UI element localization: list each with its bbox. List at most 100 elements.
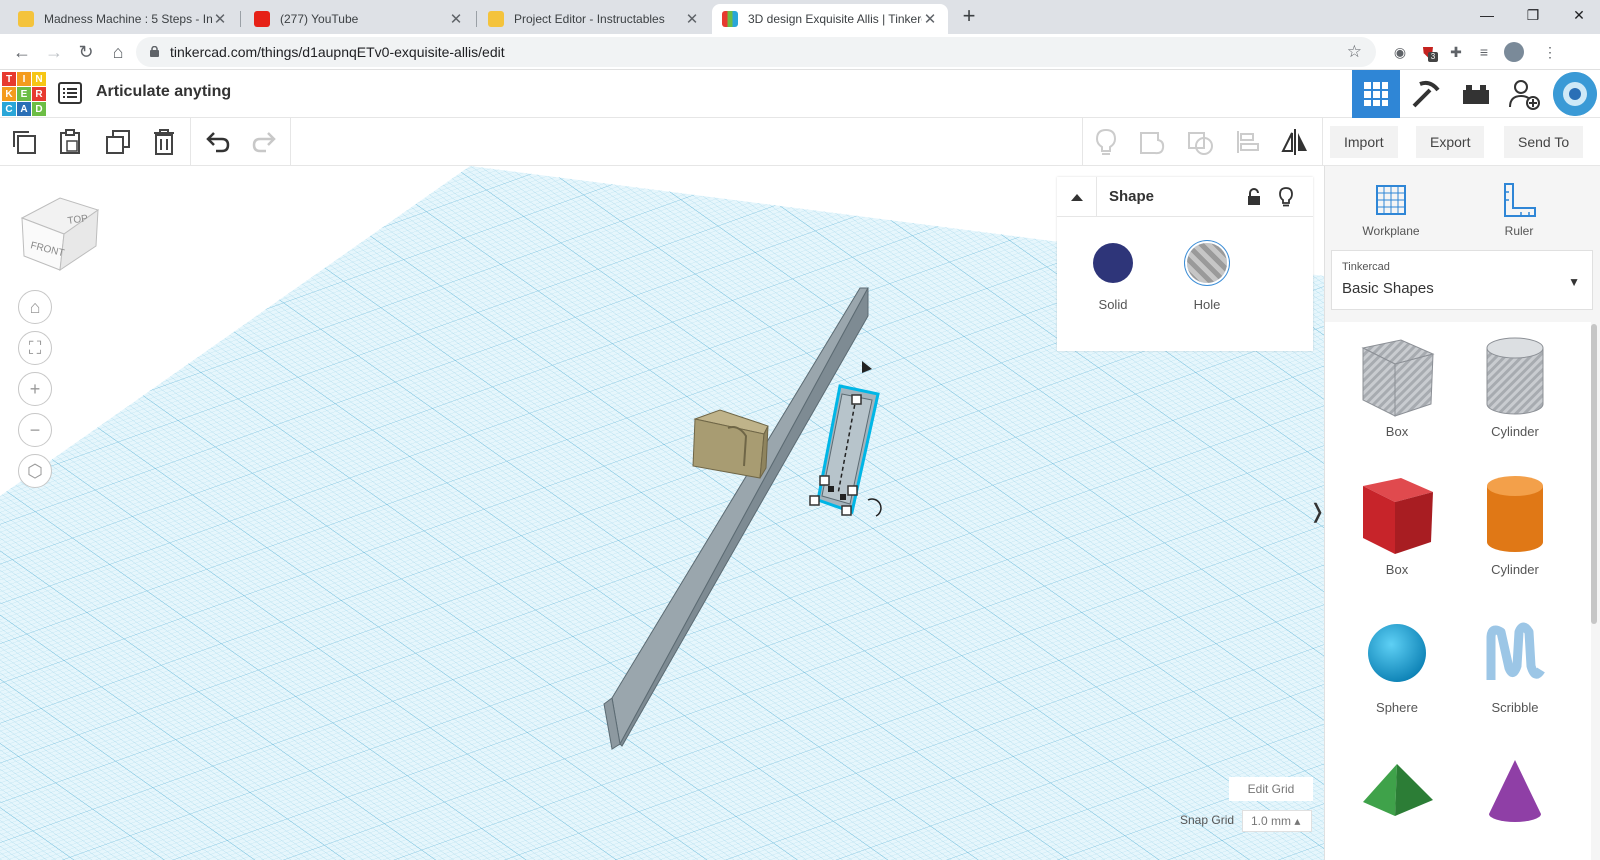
hole-option[interactable]: Hole bbox=[1167, 243, 1247, 312]
workplane-tool[interactable]: Workplane bbox=[1351, 174, 1431, 238]
browser-tab[interactable]: Madness Machine : 5 Steps - Instructable… bbox=[8, 4, 238, 34]
tinkercad-logo[interactable]: T I N K E R C A D bbox=[2, 72, 46, 116]
resize-handle[interactable] bbox=[841, 505, 852, 516]
youtube-favicon-icon bbox=[254, 11, 270, 27]
resize-handle[interactable] bbox=[809, 495, 820, 506]
browser-menu-icon[interactable]: ⋮ bbox=[1540, 42, 1560, 62]
perspective-toggle-button[interactable]: ⬡ bbox=[18, 454, 52, 488]
show-all-button[interactable] bbox=[1088, 124, 1124, 160]
bricks-view-button[interactable] bbox=[1452, 70, 1500, 118]
design-list-icon[interactable] bbox=[58, 82, 82, 104]
cylinder-hole-icon bbox=[1486, 337, 1544, 415]
add-user-button[interactable] bbox=[1500, 70, 1548, 118]
fit-view-button[interactable]: ⛶ bbox=[18, 331, 52, 365]
ruler-tool[interactable]: Ruler bbox=[1479, 174, 1559, 238]
shape-item-scribble[interactable]: Scribble bbox=[1455, 606, 1575, 736]
copy-button[interactable] bbox=[6, 124, 42, 160]
extension-eye-icon[interactable]: ◉ bbox=[1390, 42, 1410, 62]
resize-handle[interactable] bbox=[828, 486, 834, 492]
duplicate-button[interactable] bbox=[100, 124, 136, 160]
shape-item-box[interactable]: Box bbox=[1337, 468, 1457, 598]
maximize-button[interactable]: ❐ bbox=[1510, 0, 1556, 30]
shape-library-select[interactable]: Tinkercad Basic Shapes ▼ bbox=[1331, 250, 1593, 310]
home-view-button[interactable]: ⌂ bbox=[18, 290, 52, 324]
export-button[interactable]: Export bbox=[1416, 126, 1485, 158]
bookmark-star-icon[interactable]: ☆ bbox=[1347, 42, 1362, 62]
close-tab-icon[interactable]: ✕ bbox=[684, 10, 700, 28]
workplane-viewport[interactable]: TOP FRONT ⌂ ⛶ + − ⬡ Shape Solid Hole Edi… bbox=[0, 166, 1324, 860]
import-button[interactable]: Import bbox=[1330, 126, 1398, 158]
group-button[interactable] bbox=[1134, 124, 1170, 160]
url-field[interactable]: tinkercad.com/things/d1aupnqETv0-exquisi… bbox=[136, 37, 1376, 67]
minus-icon: − bbox=[29, 419, 41, 440]
browser-tab[interactable]: Project Editor - Instructables ✕ bbox=[478, 4, 710, 34]
trash-icon bbox=[154, 129, 174, 155]
align-button[interactable] bbox=[1230, 124, 1266, 160]
shape-item-sphere[interactable]: Sphere bbox=[1337, 606, 1457, 736]
redo-button[interactable] bbox=[246, 124, 282, 160]
home-icon[interactable]: ⌂ bbox=[104, 38, 132, 66]
hole-swatch[interactable] bbox=[1187, 243, 1227, 283]
logo-letter: C bbox=[2, 102, 16, 116]
shape-item-cylinder-hole[interactable]: Cylinder bbox=[1455, 330, 1575, 460]
panel-scrollbar[interactable] bbox=[1591, 324, 1597, 624]
mirror-button[interactable] bbox=[1277, 124, 1313, 160]
back-arrow-icon[interactable]: ← bbox=[8, 38, 36, 66]
tinkercad-favicon-icon bbox=[722, 11, 738, 27]
minimize-button[interactable]: — bbox=[1464, 0, 1510, 30]
logo-letter: I bbox=[17, 72, 31, 86]
extension-shield-icon[interactable]: ⛊ 3 bbox=[1418, 42, 1438, 62]
close-tab-icon[interactable]: ✕ bbox=[212, 10, 228, 28]
3d-design-view-button[interactable] bbox=[1352, 70, 1400, 118]
browser-tab-active[interactable]: 3D design Exquisite Allis | Tinkercad ✕ bbox=[712, 4, 948, 34]
snap-grid-select[interactable]: 1.0 mm ▴ bbox=[1242, 810, 1312, 832]
forward-arrow-icon[interactable]: → bbox=[40, 38, 68, 66]
design-title[interactable]: Articulate anyting bbox=[96, 83, 231, 101]
paste-button[interactable] bbox=[52, 124, 88, 160]
browser-tab[interactable]: (277) YouTube ✕ bbox=[244, 4, 474, 34]
delete-button[interactable] bbox=[146, 124, 182, 160]
resize-handle[interactable] bbox=[847, 485, 858, 496]
undo-icon bbox=[206, 132, 230, 153]
sphere-icon bbox=[1368, 624, 1426, 682]
extensions-puzzle-icon[interactable]: ✚ bbox=[1446, 42, 1466, 62]
tab-title: Madness Machine : 5 Steps - Instructable… bbox=[44, 12, 212, 26]
lock-icon[interactable] bbox=[1247, 188, 1261, 206]
zoom-out-button[interactable]: − bbox=[18, 413, 52, 447]
shape-item-roof[interactable] bbox=[1337, 744, 1457, 860]
solid-color-swatch[interactable] bbox=[1093, 243, 1133, 283]
tab-title: 3D design Exquisite Allis | Tinkercad bbox=[748, 12, 922, 26]
media-queue-icon[interactable]: ≡ bbox=[1474, 42, 1494, 62]
user-avatar[interactable] bbox=[1553, 72, 1597, 116]
shape-item-cone[interactable] bbox=[1455, 744, 1575, 860]
extension-badge: 3 bbox=[1428, 52, 1438, 62]
shape-item-box-hole[interactable]: Box bbox=[1337, 330, 1457, 460]
send-to-button[interactable]: Send To bbox=[1504, 126, 1584, 158]
close-tab-icon[interactable]: ✕ bbox=[922, 10, 938, 28]
toolbar-separator bbox=[290, 118, 291, 166]
solid-option[interactable]: Solid bbox=[1073, 243, 1153, 312]
snap-grid-label: Snap Grid bbox=[1180, 813, 1235, 827]
caret-up-icon bbox=[1070, 194, 1083, 201]
box-solid-icon bbox=[1363, 478, 1433, 554]
ungroup-button[interactable] bbox=[1182, 124, 1218, 160]
duplicate-icon bbox=[106, 130, 130, 154]
new-tab-button[interactable]: + bbox=[955, 5, 983, 29]
resize-handle[interactable] bbox=[819, 475, 830, 486]
collapse-panel-chevron-icon[interactable]: ❭ bbox=[1309, 496, 1324, 528]
profile-avatar-icon[interactable] bbox=[1504, 42, 1524, 62]
roof-icon bbox=[1363, 764, 1433, 816]
view-cube[interactable]: TOP FRONT bbox=[18, 184, 108, 274]
resize-handle[interactable] bbox=[851, 394, 862, 405]
close-tab-icon[interactable]: ✕ bbox=[448, 10, 464, 28]
lightbulb-icon[interactable] bbox=[1279, 187, 1293, 207]
reload-icon[interactable]: ↻ bbox=[72, 38, 100, 66]
close-window-button[interactable]: ✕ bbox=[1556, 0, 1600, 30]
zoom-in-button[interactable]: + bbox=[18, 372, 52, 406]
edit-grid-button[interactable]: Edit Grid bbox=[1229, 777, 1313, 801]
resize-handle[interactable] bbox=[840, 494, 846, 500]
blocks-view-button[interactable] bbox=[1402, 70, 1450, 118]
collapse-inspector-button[interactable] bbox=[1057, 177, 1097, 217]
shape-item-cylinder[interactable]: Cylinder bbox=[1455, 468, 1575, 598]
undo-button[interactable] bbox=[200, 124, 236, 160]
